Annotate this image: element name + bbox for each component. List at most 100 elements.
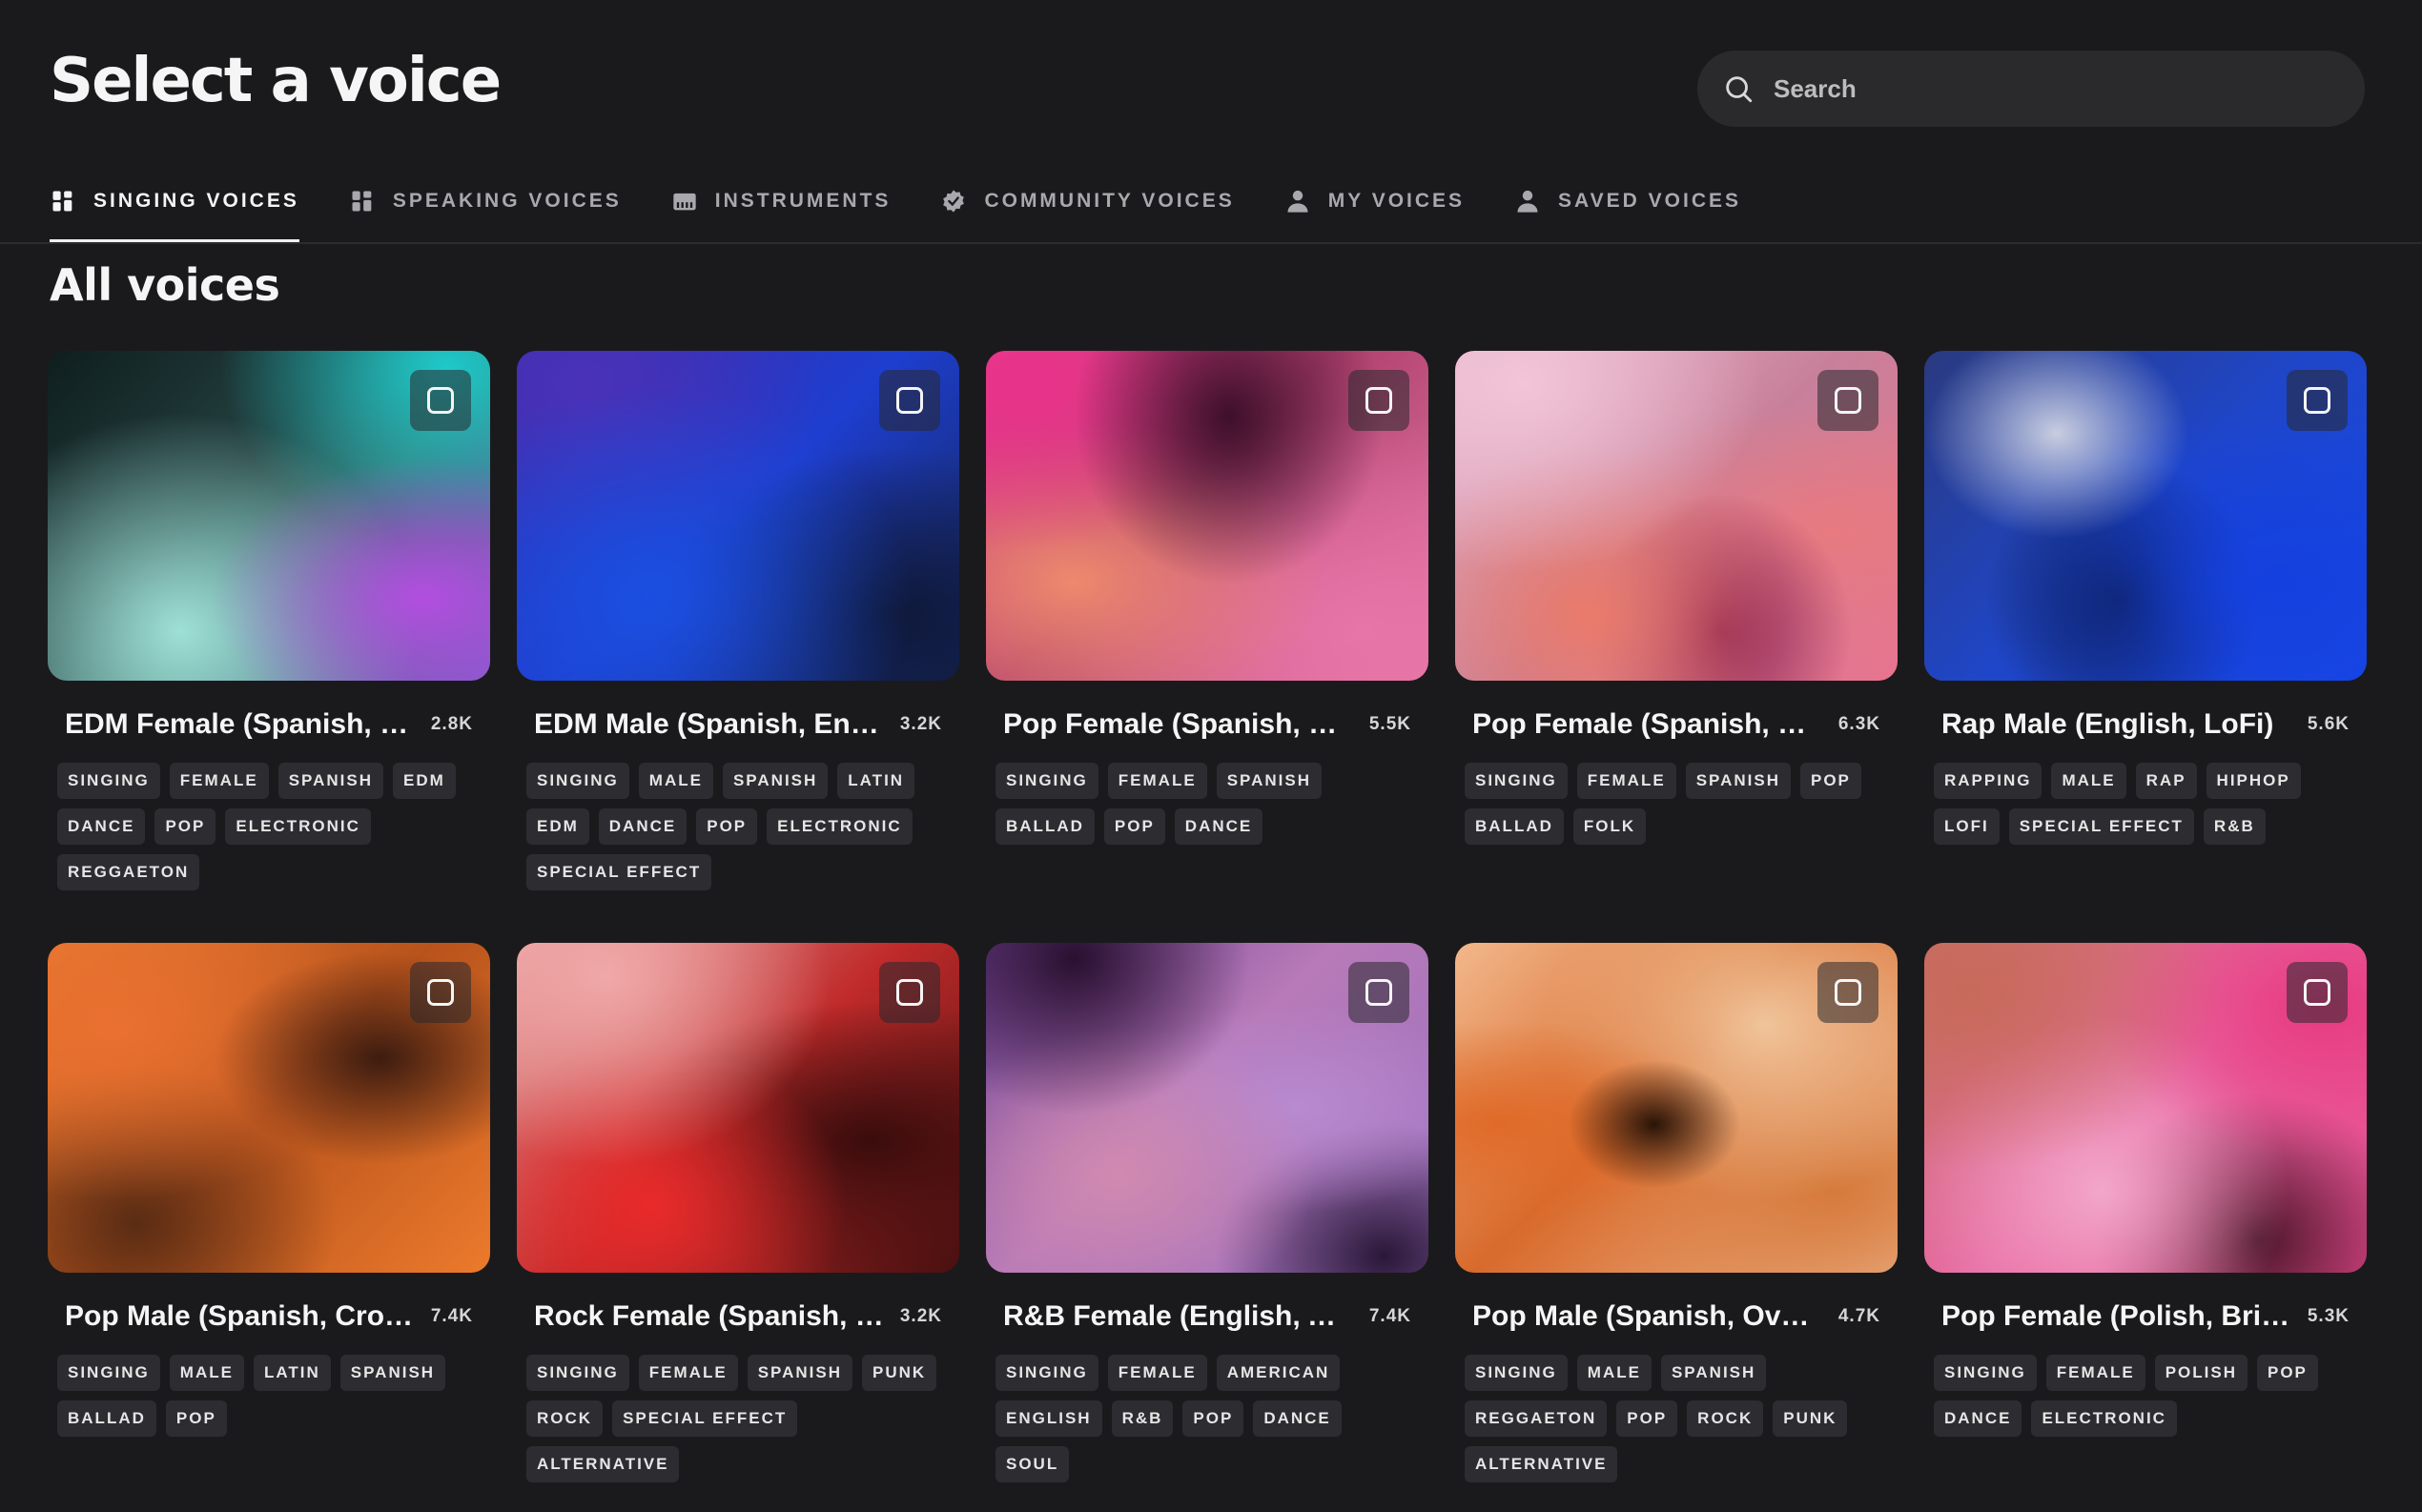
tag-chip[interactable]: MALE [169,1355,244,1391]
tag-chip[interactable]: DANCE [1934,1400,2022,1437]
tag-chip[interactable]: FEMALE [1107,1355,1207,1391]
voice-card[interactable]: EDM Male (Spanish, Ener... 3.2K SINGING MAL… [517,351,959,943]
save-voice-checkbox[interactable] [2287,370,2348,431]
search-input[interactable] [1774,73,2308,104]
voice-artwork[interactable] [1455,351,1898,681]
tag-chip[interactable]: FEMALE [169,763,269,799]
tag-chip[interactable]: POLISH [2154,1355,2248,1391]
tag-chip[interactable]: FEMALE [638,1355,738,1391]
voice-artwork[interactable] [48,943,490,1273]
tag-chip[interactable]: SPANISH [747,1355,852,1391]
save-voice-checkbox[interactable] [1817,370,1878,431]
tag-chip[interactable]: SPECIAL EFFECT [526,854,712,890]
tag-chip[interactable]: R&B [2203,808,2266,845]
voice-artwork[interactable] [1924,943,2367,1273]
tag-chip[interactable]: DANCE [1174,808,1263,845]
voice-artwork[interactable] [517,943,959,1273]
tag-chip[interactable]: SINGING [526,1355,629,1391]
save-voice-checkbox[interactable] [1348,962,1409,1023]
tag-chip[interactable]: SPANISH [1660,1355,1767,1391]
tab-my-voices[interactable]: MY VOICES [1284,172,1465,231]
tag-chip[interactable]: LATIN [837,763,915,799]
tab-saved-voices[interactable]: SAVED VOICES [1514,172,1741,231]
voice-artwork[interactable] [986,943,1428,1273]
tag-chip[interactable]: SINGING [995,763,1098,799]
tag-chip[interactable]: EDM [393,763,456,799]
tag-chip[interactable]: SINGING [995,1355,1098,1391]
tag-chip[interactable]: ENGLISH [995,1400,1102,1437]
voice-artwork[interactable] [986,351,1428,681]
tag-chip[interactable]: ELECTRONIC [767,808,913,845]
tag-chip[interactable]: SPECIAL EFFECT [612,1400,798,1437]
tag-chip[interactable]: ALTERNATIVE [1465,1446,1618,1482]
voice-artwork[interactable] [517,351,959,681]
tag-chip[interactable]: MALE [638,763,713,799]
tag-chip[interactable]: ELECTRONIC [2031,1400,2177,1437]
tag-chip[interactable]: SOUL [995,1446,1070,1482]
save-voice-checkbox[interactable] [1348,370,1409,431]
tag-chip[interactable]: SPANISH [1216,763,1322,799]
tag-chip[interactable]: SINGING [57,763,160,799]
tag-chip[interactable]: RAP [2135,763,2197,799]
tag-chip[interactable]: MALE [1576,1355,1652,1391]
voice-card[interactable]: Pop Male (Spanish, Croo... 7.4K SINGING MAL… [48,943,490,1496]
tag-chip[interactable]: ROCK [1687,1400,1764,1437]
search-bar[interactable] [1697,51,2365,127]
tag-chip[interactable]: POP [154,808,216,845]
tag-chip[interactable]: FOLK [1572,808,1647,845]
tag-chip[interactable]: SINGING [1465,1355,1568,1391]
tag-chip[interactable]: BALLAD [57,1400,156,1437]
tag-chip[interactable]: DANCE [598,808,688,845]
tag-chip[interactable]: R&B [1111,1400,1174,1437]
voice-card[interactable]: Rap Male (English, LoFi) 5.6K RAPPING MALE R… [1924,351,2367,943]
tag-chip[interactable]: SINGING [57,1355,160,1391]
save-voice-checkbox[interactable] [2287,962,2348,1023]
tag-chip[interactable]: ELECTRONIC [225,808,371,845]
tag-chip[interactable]: EDM [526,808,589,845]
voice-card[interactable]: Pop Female (Polish, Bright) 5.3K SINGING FE… [1924,943,2367,1496]
tag-chip[interactable]: FEMALE [2045,1355,2145,1391]
tag-chip[interactable]: BALLAD [995,808,1095,845]
tag-chip[interactable]: SINGING [1934,1355,2037,1391]
voice-artwork[interactable] [1924,351,2367,681]
tag-chip[interactable]: POP [1182,1400,1244,1437]
tag-chip[interactable]: LOFI [1934,808,2000,845]
tag-chip[interactable]: ROCK [526,1400,604,1437]
tag-chip[interactable]: POP [165,1400,227,1437]
tag-chip[interactable]: BALLAD [1465,808,1564,845]
save-voice-checkbox[interactable] [1817,962,1878,1023]
voice-card[interactable]: R&B Female (English, Atm... 7.4K SINGING FE… [986,943,1428,1496]
tab-speaking-voices[interactable]: SPEAKING VOICES [349,172,622,231]
tag-chip[interactable]: POP [1103,808,1165,845]
tag-chip[interactable]: POP [1616,1400,1678,1437]
save-voice-checkbox[interactable] [879,962,940,1023]
voice-card[interactable]: Pop Female (Spanish, Sm... 5.5K SINGING FEM… [986,351,1428,943]
save-voice-checkbox[interactable] [879,370,940,431]
tag-chip[interactable]: FEMALE [1107,763,1207,799]
tag-chip[interactable]: MALE [2051,763,2126,799]
voice-card[interactable]: Pop Male (Spanish, Overd... 4.7K SINGING MA… [1455,943,1898,1496]
tag-chip[interactable]: POP [696,808,758,845]
tab-instruments[interactable]: INSTRUMENTS [671,172,892,231]
tag-chip[interactable]: REGGAETON [57,854,200,890]
tab-community-voices[interactable]: COMMUNITY VOICES [940,172,1234,231]
save-voice-checkbox[interactable] [410,962,471,1023]
tag-chip[interactable]: SPANISH [277,763,383,799]
voice-card[interactable]: EDM Female (Spanish, Vi... 2.8K SINGING FEM… [48,351,490,943]
voice-artwork[interactable] [1455,943,1898,1273]
tag-chip[interactable]: REGGAETON [1465,1400,1608,1437]
tag-chip[interactable]: ALTERNATIVE [526,1446,680,1482]
tag-chip[interactable]: POP [1800,763,1861,799]
tag-chip[interactable]: SPANISH [339,1355,446,1391]
voice-card[interactable]: Rock Female (Spanish, Di... 3.2K SINGING FE… [517,943,959,1496]
tag-chip[interactable]: DANCE [57,808,146,845]
tag-chip[interactable]: HIPHOP [2206,763,2301,799]
tag-chip[interactable]: AMERICAN [1216,1355,1341,1391]
tab-singing-voices[interactable]: SINGING VOICES [50,172,299,242]
tag-chip[interactable]: SPECIAL EFFECT [2008,808,2194,845]
tag-chip[interactable]: RAPPING [1934,763,2042,799]
voice-card[interactable]: Pop Female (Spanish, Bal... 6.3K SINGING FE… [1455,351,1898,943]
tag-chip[interactable]: SINGING [526,763,629,799]
voice-artwork[interactable] [48,351,490,681]
tag-chip[interactable]: SINGING [1465,763,1568,799]
